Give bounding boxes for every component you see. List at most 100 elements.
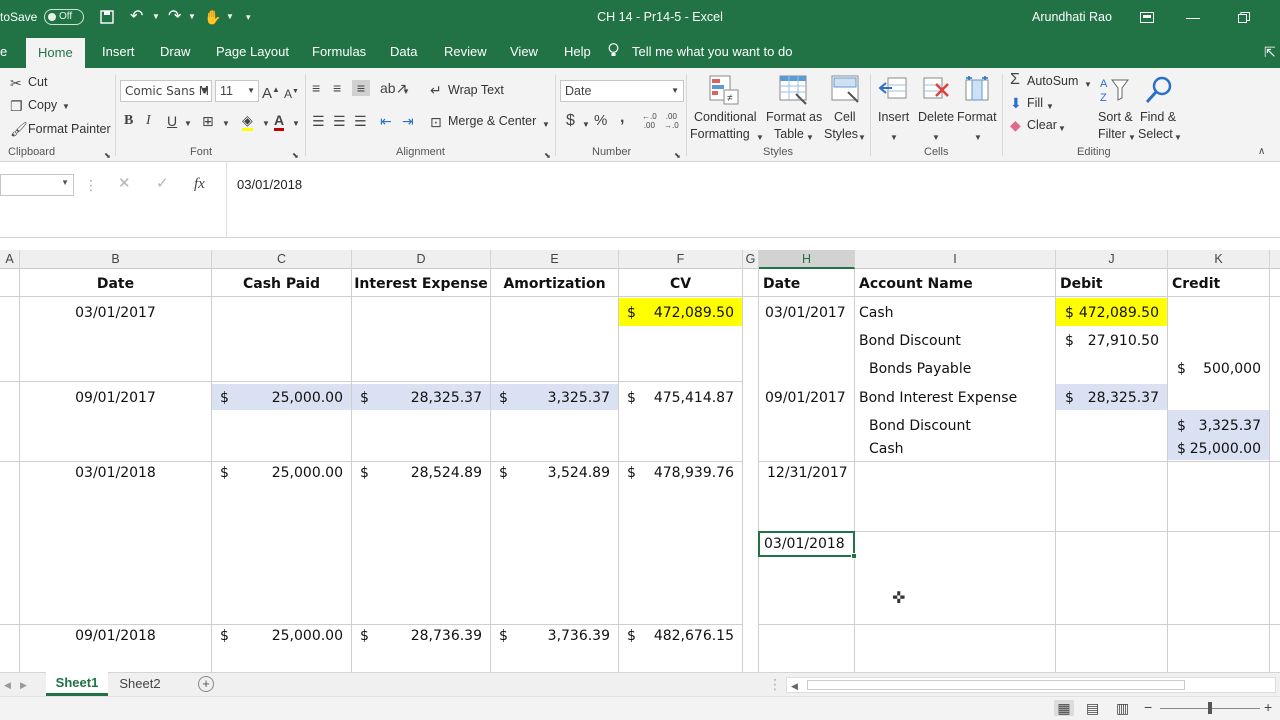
format-cells-button[interactable]: Format <box>957 110 997 124</box>
interest-expense-cell[interactable]: 28,524.89 <box>352 462 482 484</box>
tab-insert[interactable]: Insert <box>90 34 147 68</box>
format-painter-icon[interactable]: 🖌 <box>10 121 28 137</box>
fill-button[interactable]: Fill <box>1027 96 1043 110</box>
journal-account-cell[interactable]: Bond Discount <box>859 330 961 352</box>
cut-icon[interactable]: ✂ <box>10 75 22 91</box>
borders-dropdown-icon[interactable]: ▼ <box>222 116 230 132</box>
cash-paid-cell[interactable]: 25,000.00 <box>212 387 343 409</box>
journal-debit-cell[interactable]: 28,325.37 <box>1056 387 1159 409</box>
interest-expense-cell[interactable]: 28,325.37 <box>352 387 482 409</box>
formula-bar-handle-icon[interactable]: ⋮ <box>84 177 98 193</box>
font-color-icon[interactable]: A <box>274 112 285 131</box>
sheet-tab-sheet1[interactable]: Sheet1 <box>46 672 108 696</box>
bold-button[interactable]: B <box>124 113 133 129</box>
tab-home[interactable]: Home <box>26 38 85 68</box>
cv-cell[interactable]: 478,939.76 <box>619 462 734 484</box>
tab-view[interactable]: View <box>498 34 550 68</box>
cv-cell[interactable]: 475,414.87 <box>619 387 734 409</box>
column-header-g[interactable]: G <box>743 250 759 269</box>
restore-icon[interactable] <box>1238 0 1250 34</box>
merge-dropdown-icon[interactable]: ▼ <box>542 117 550 133</box>
format-painter-button[interactable]: Format Painter <box>28 122 111 136</box>
journal-header-credit[interactable]: Credit <box>1172 273 1220 295</box>
column-header-e[interactable]: E <box>491 250 619 269</box>
column-header-a[interactable]: A <box>0 250 20 269</box>
journal-debit-cell[interactable]: 27,910.50 <box>1056 330 1159 352</box>
align-center-icon[interactable]: ☰ <box>333 113 346 129</box>
clear-button[interactable]: Clear <box>1027 118 1057 132</box>
italic-button[interactable]: I <box>146 113 151 129</box>
fill-color-dropdown-icon[interactable]: ▼ <box>262 116 270 132</box>
journal-account-cell[interactable]: Cash <box>869 438 904 460</box>
sort-filter-icon[interactable]: A Z <box>1098 74 1130 106</box>
zoom-slider[interactable] <box>1160 702 1260 714</box>
normal-view-icon[interactable]: ▦ <box>1054 700 1074 716</box>
comma-style-button[interactable]: , <box>620 110 624 126</box>
column-header-b[interactable]: B <box>20 250 212 269</box>
format-as-table-icon[interactable] <box>778 74 810 106</box>
autosum-dropdown-icon[interactable]: ▼ <box>1084 77 1092 93</box>
increase-indent-icon[interactable]: ⇥ <box>402 113 414 129</box>
font-size-select[interactable]: 11 ▼ <box>215 80 259 102</box>
column-header-i[interactable]: I <box>855 250 1056 269</box>
format-dropdown-icon[interactable]: ▼ <box>974 130 982 146</box>
align-left-icon[interactable]: ☰ <box>312 113 325 129</box>
sheet-scroll-right-icon[interactable]: ▶ <box>20 677 27 693</box>
tab-review[interactable]: Review <box>432 34 499 68</box>
tab-draw[interactable]: Draw <box>148 34 202 68</box>
cash-paid-cell[interactable]: 25,000.00 <box>212 462 343 484</box>
journal-account-cell[interactable]: Bond Discount <box>869 415 971 437</box>
header-date[interactable]: Date <box>20 273 211 295</box>
decrease-decimal-button[interactable]: .00 →.0 <box>664 112 679 130</box>
cancel-entry-icon[interactable]: ✕ <box>118 176 131 192</box>
conditional-dropdown-icon[interactable]: ▼ <box>756 130 764 146</box>
conditional-formatting-label-1[interactable]: Conditional <box>694 110 757 124</box>
wrap-text-icon[interactable]: ↵ <box>430 82 442 98</box>
redo-dropdown-icon[interactable]: ▼ <box>188 0 196 34</box>
align-middle-icon[interactable]: ≡ <box>333 80 341 96</box>
column-header-j[interactable]: J <box>1056 250 1168 269</box>
journal-account-cell[interactable]: Cash <box>859 302 894 324</box>
insert-cells-icon[interactable] <box>878 74 910 106</box>
journal-debit-cell[interactable]: 472,089.50 <box>1056 302 1159 324</box>
font-color-dropdown-icon[interactable]: ▼ <box>292 116 300 132</box>
horizontal-scrollbar[interactable]: ◀ <box>786 677 1276 693</box>
format-table-dropdown-icon[interactable]: ▼ <box>806 130 814 146</box>
zoom-in-icon[interactable]: + <box>1264 699 1272 715</box>
tab-file[interactable]: e <box>0 34 19 68</box>
find-select-dropdown-icon[interactable]: ▼ <box>1174 130 1182 146</box>
sort-filter-label-1[interactable]: Sort & <box>1098 110 1133 124</box>
journal-header-account-name[interactable]: Account Name <box>859 273 973 295</box>
zoom-slider-thumb[interactable] <box>1208 702 1212 714</box>
autosave-toggle[interactable]: Off <box>44 9 84 25</box>
copy-icon[interactable]: ❐ <box>10 98 23 114</box>
cell-styles-label-1[interactable]: Cell <box>834 110 856 124</box>
minimize-icon[interactable]: — <box>1186 0 1200 34</box>
journal-credit-cell[interactable]: 25,000.00 <box>1168 438 1261 460</box>
column-header-c[interactable]: C <box>212 250 352 269</box>
borders-icon[interactable]: ⊞ <box>202 113 214 129</box>
header-amortization[interactable]: Amortization <box>491 273 618 295</box>
tab-formulas[interactable]: Formulas <box>300 34 378 68</box>
page-break-view-icon[interactable]: ▥ <box>1116 700 1129 716</box>
journal-credit-cell[interactable]: 3,325.37 <box>1168 415 1261 437</box>
fill-handle[interactable] <box>851 553 857 559</box>
insert-function-icon[interactable]: fx <box>194 176 205 192</box>
cut-button[interactable]: Cut <box>28 75 47 89</box>
date-cell[interactable]: 09/01/2018 <box>20 625 211 647</box>
format-as-table-label-1[interactable]: Format as <box>766 110 822 124</box>
scroll-left-arrow-icon[interactable]: ◀ <box>791 678 798 694</box>
tab-help[interactable]: Help <box>552 34 603 68</box>
fill-color-icon[interactable]: ◈ <box>242 112 253 131</box>
undo-dropdown-icon[interactable]: ▼ <box>152 0 160 34</box>
underline-button[interactable]: U <box>167 113 177 129</box>
journal-header-date[interactable]: Date <box>763 273 800 295</box>
delete-dropdown-icon[interactable]: ▼ <box>932 130 940 146</box>
sort-filter-dropdown-icon[interactable]: ▼ <box>1128 130 1136 146</box>
fill-dropdown-icon[interactable]: ▼ <box>1046 99 1054 115</box>
user-name[interactable]: Arundhati Rao <box>1032 0 1112 34</box>
interest-expense-cell[interactable]: 28,736.39 <box>352 625 482 647</box>
tab-data[interactable]: Data <box>378 34 429 68</box>
format-as-table-label-2[interactable]: Table <box>774 127 804 141</box>
autosum-button[interactable]: AutoSum <box>1027 74 1078 88</box>
